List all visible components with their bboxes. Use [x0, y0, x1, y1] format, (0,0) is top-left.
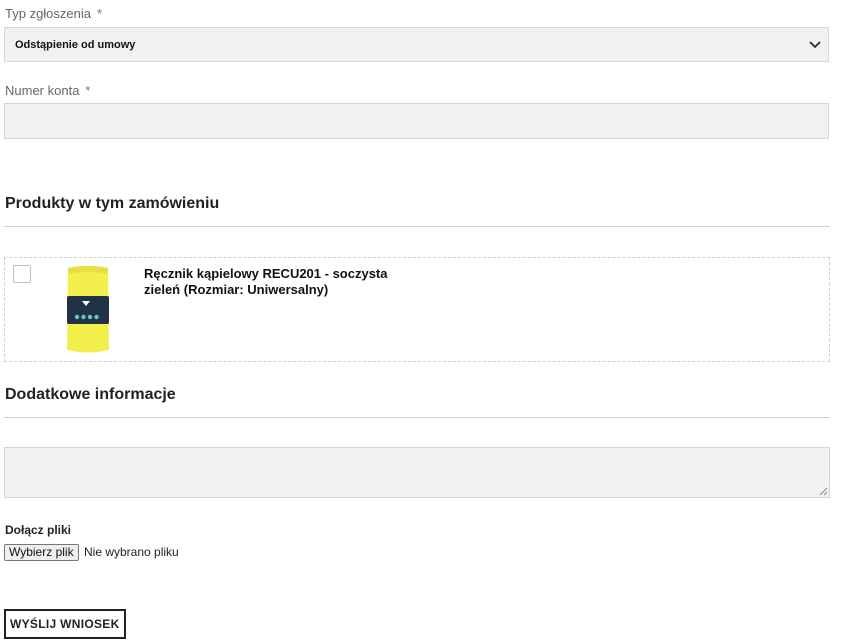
product-checkbox[interactable]: [13, 265, 31, 283]
account-number-input[interactable]: [4, 103, 829, 139]
chevron-down-icon: [809, 41, 821, 49]
required-mark: *: [97, 6, 103, 21]
additional-info-textarea[interactable]: [4, 447, 830, 498]
request-type-selected-value: Odstąpienie od umowy: [15, 39, 136, 51]
products-heading: Produkty w tym zamówieniu: [5, 195, 220, 212]
account-number-label: Numer konta *: [5, 83, 90, 98]
request-type-label: Typ zgłoszenia *: [5, 6, 102, 21]
file-status-text: Nie wybrano pliku: [84, 545, 179, 559]
required-mark: *: [85, 83, 91, 98]
account-number-label-text: Numer konta: [5, 83, 80, 98]
additional-info-heading: Dodatkowe informacje: [5, 386, 176, 403]
choose-file-button[interactable]: Wybierz plik: [4, 544, 79, 561]
submit-button[interactable]: WYŚLIJ WNIOSEK: [4, 609, 126, 639]
product-item: [4, 257, 830, 362]
product-image: [67, 266, 109, 353]
request-type-select[interactable]: Odstąpienie od umowy: [4, 27, 829, 62]
additional-info-divider: [4, 417, 830, 418]
resize-handle-icon[interactable]: [819, 487, 828, 496]
product-name: Ręcznik kąpielowy RECU201 - soczysta zie…: [144, 266, 388, 297]
products-divider: [4, 226, 830, 227]
attach-files-label: Dołącz pliki: [5, 523, 72, 537]
request-type-label-text: Typ zgłoszenia: [5, 6, 91, 21]
